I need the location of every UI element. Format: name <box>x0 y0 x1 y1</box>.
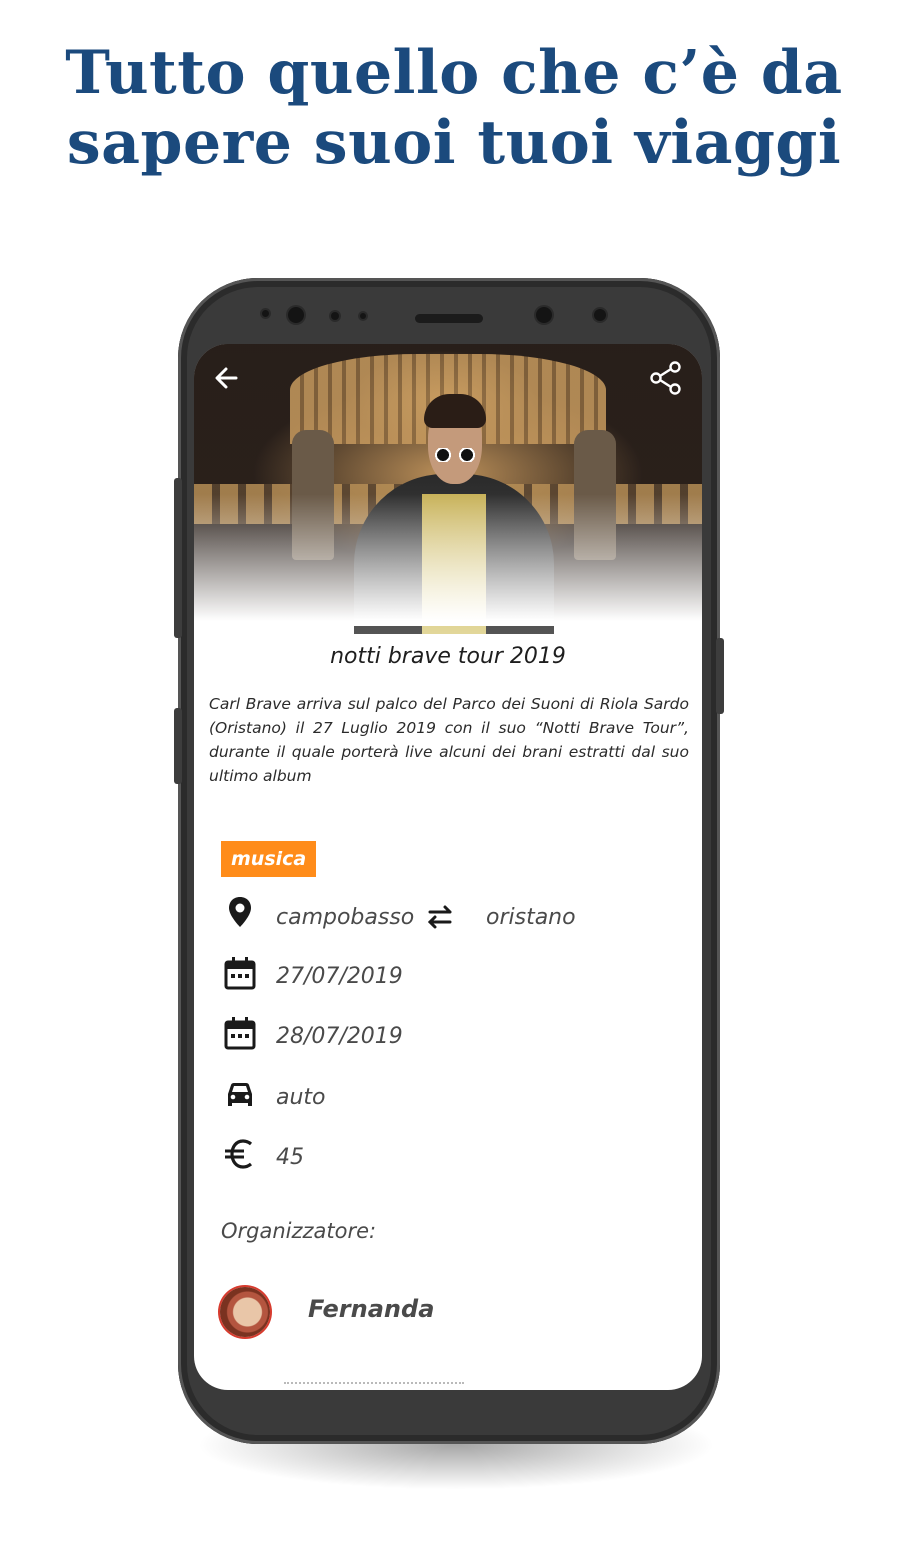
promo-headline-line2: sapere suoi tuoi viaggi <box>66 108 842 178</box>
sunglasses-shape <box>432 448 478 462</box>
promo-headline-line1: Tutto quello che c’è da <box>65 38 843 108</box>
volume-button <box>174 478 182 638</box>
bixby-button <box>174 708 182 784</box>
event-cover-image <box>194 344 702 634</box>
swap-arrows-icon <box>422 899 458 935</box>
start-date: 27/07/2019 <box>276 964 403 989</box>
proximity-sensor <box>594 309 606 321</box>
arrow-back-icon <box>215 367 238 389</box>
location-pin-icon <box>222 894 258 930</box>
organizer-avatar[interactable] <box>220 1287 270 1337</box>
clipped-content-edge <box>284 1382 464 1390</box>
calendar-icon <box>222 955 258 991</box>
share-button[interactable] <box>646 358 686 398</box>
event-title: notti brave tour 2019 <box>330 644 566 669</box>
car-icon <box>222 1077 258 1113</box>
front-camera <box>288 307 304 323</box>
sensor-dot <box>331 312 339 320</box>
euro-icon <box>222 1136 258 1172</box>
sensor-dot <box>360 313 366 319</box>
earpiece-speaker <box>415 314 483 323</box>
sensor-dot <box>262 310 269 317</box>
destination-city: oristano <box>486 905 576 930</box>
organizer-label: Organizzatore: <box>221 1219 377 1243</box>
share-icon <box>650 361 681 395</box>
cover-fade <box>194 494 702 626</box>
power-button <box>716 638 724 714</box>
app-screen: notti brave tour 2019 Carl Brave arriva … <box>194 344 702 1390</box>
origin-city: campobasso <box>276 905 415 930</box>
end-date: 28/07/2019 <box>276 1024 403 1049</box>
phone-frame: notti brave tour 2019 Carl Brave arriva … <box>174 278 724 1444</box>
event-description: Carl Brave arriva sul palco del Parco de… <box>209 695 689 785</box>
back-button[interactable] <box>206 358 246 398</box>
person-hair-shape <box>424 394 486 428</box>
price-value: 45 <box>276 1145 304 1170</box>
transport-mode: auto <box>276 1085 326 1110</box>
category-tag: musica <box>221 841 317 877</box>
promo-headline: Tutto quello che c’è da sapere suoi tuoi… <box>0 38 908 178</box>
calendar-icon <box>222 1015 258 1051</box>
organizer-name[interactable]: Fernanda <box>308 1295 434 1323</box>
iris-scanner <box>536 307 552 323</box>
